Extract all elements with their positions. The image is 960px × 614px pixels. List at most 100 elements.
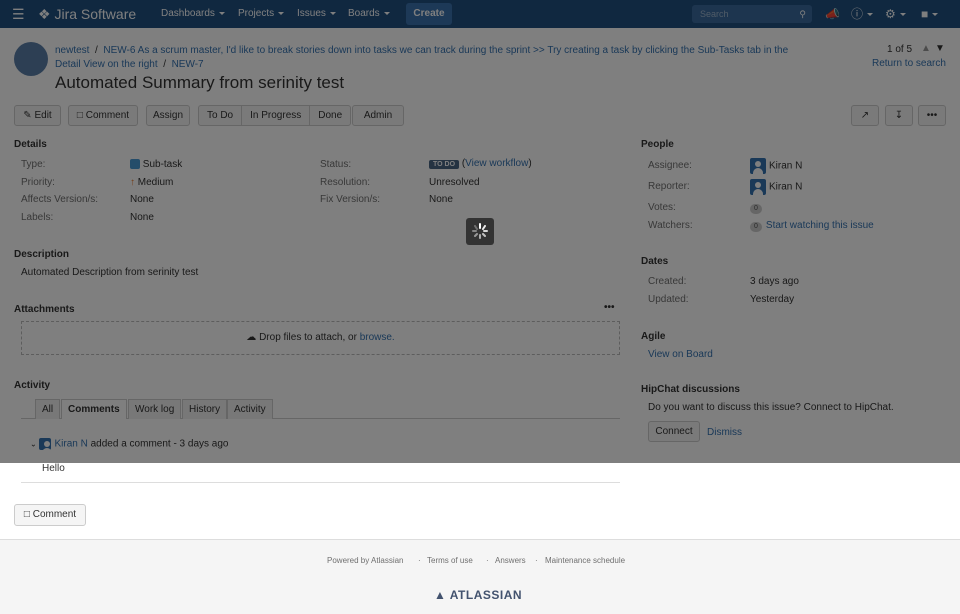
footer: Powered by Atlassian · Terms of use · An… bbox=[0, 539, 960, 614]
nav-issues[interactable]: Issues bbox=[297, 0, 336, 28]
answers-link[interactable]: Answers bbox=[495, 556, 526, 565]
more-actions-icon[interactable]: ••• bbox=[918, 105, 946, 126]
votes-label: Votes: bbox=[648, 202, 676, 213]
nav-projects[interactable]: Projects bbox=[238, 0, 285, 28]
jira-logo-icon: ❖ bbox=[38, 6, 51, 22]
breadcrumb-parent-issue-cont[interactable]: Detail View on the right bbox=[55, 59, 158, 70]
hipchat-text: Do you want to discuss this issue? Conne… bbox=[648, 402, 894, 413]
admin-button[interactable]: Admin bbox=[352, 105, 404, 126]
tab-history[interactable]: History bbox=[182, 399, 228, 419]
footer-separator: · bbox=[418, 556, 421, 565]
footer-separator: · bbox=[535, 556, 538, 565]
powered-by-link[interactable]: Powered by Atlassian bbox=[327, 556, 404, 565]
gear-icon[interactable]: ⚙ bbox=[885, 0, 906, 28]
hipchat-heading: HipChat discussions bbox=[641, 384, 740, 395]
footer-separator: · bbox=[486, 556, 489, 565]
arrow-up-icon: ↑ bbox=[130, 177, 135, 188]
tab-activity[interactable]: Activity bbox=[227, 399, 273, 419]
attachment-dropzone[interactable]: ☁ Drop files to attach, or browse. bbox=[21, 321, 620, 355]
pager-prev-icon[interactable]: ▲ bbox=[921, 43, 931, 54]
breadcrumb: newtest / NEW-6 As a scrum master, I'd l… bbox=[55, 45, 789, 70]
collapse-comment-icon[interactable]: ⌄ bbox=[30, 440, 37, 449]
terms-link[interactable]: Terms of use bbox=[427, 556, 473, 565]
agile-heading: Agile bbox=[641, 331, 666, 342]
workflow-buttons: To Do In Progress Done bbox=[198, 105, 352, 126]
status-value: TO DO (View workflow) bbox=[429, 158, 532, 169]
view-workflow-link[interactable]: View workflow bbox=[465, 158, 528, 169]
top-navigation: ☰ ❖ Jira Software Dashboards Projects Is… bbox=[0, 0, 960, 28]
dates-heading: Dates bbox=[641, 256, 669, 267]
comment-header: ⌄ Kiran N added a comment - 3 days ago bbox=[30, 438, 229, 450]
create-button[interactable]: Create bbox=[406, 3, 452, 25]
brand-name: Jira Software bbox=[54, 6, 137, 22]
assignee-name: Kiran N bbox=[769, 160, 803, 172]
comment-button[interactable]: □ Comment bbox=[68, 105, 138, 126]
assignee-avatar bbox=[750, 158, 766, 174]
breadcrumb-parent-issue[interactable]: NEW-6 As a scrum master, I'd like to bre… bbox=[103, 45, 788, 56]
activity-heading: Activity bbox=[14, 380, 51, 391]
user-avatar-icon[interactable]: ■ bbox=[921, 0, 939, 28]
tab-all[interactable]: All bbox=[35, 399, 61, 419]
nav-boards[interactable]: Boards bbox=[348, 0, 390, 28]
description-heading: Description bbox=[14, 249, 70, 260]
pager-position: 1 of 5 bbox=[887, 44, 913, 55]
breadcrumb-project[interactable]: newtest bbox=[55, 45, 89, 56]
breadcrumb-issue-key[interactable]: NEW-7 bbox=[172, 59, 204, 70]
reporter-value[interactable]: Kiran N bbox=[750, 179, 802, 195]
description-text: Automated Description from serinity test bbox=[21, 267, 199, 278]
dismiss-link[interactable]: Dismiss bbox=[707, 427, 742, 438]
issue-title: Automated Summary from serinity test bbox=[55, 73, 345, 92]
pager-next-icon[interactable]: ▼ bbox=[935, 43, 945, 54]
assignee-label: Assignee: bbox=[648, 160, 692, 171]
maintenance-link[interactable]: Maintenance schedule bbox=[545, 556, 625, 565]
search-input[interactable]: Search ⚲ bbox=[692, 5, 812, 23]
add-comment-button[interactable]: □ Comment bbox=[14, 504, 86, 526]
chevron-down-icon bbox=[278, 11, 285, 15]
hamburger-menu-icon[interactable]: ☰ bbox=[12, 0, 25, 28]
watchers-value: 0 Start watching this issue bbox=[750, 220, 874, 232]
updated-label: Updated: bbox=[648, 294, 689, 305]
return-to-search-link[interactable]: Return to search bbox=[872, 58, 946, 69]
watchers-label: Watchers: bbox=[648, 220, 693, 231]
help-icon[interactable]: ⓘ bbox=[851, 0, 874, 28]
edit-button[interactable]: ✎ Edit bbox=[14, 105, 61, 126]
tab-comments[interactable]: Comments bbox=[61, 399, 127, 419]
attachments-heading: Attachments bbox=[14, 304, 75, 315]
project-avatar bbox=[14, 42, 48, 76]
notifications-icon[interactable]: 📣 bbox=[825, 0, 840, 28]
reporter-name: Kiran N bbox=[769, 181, 803, 193]
priority-label: Priority: bbox=[21, 177, 55, 188]
assignee-value[interactable]: Kiran N bbox=[750, 158, 802, 174]
status-badge: TO DO bbox=[429, 160, 460, 169]
updated-value: Yesterday bbox=[750, 294, 795, 305]
cloud-upload-icon: ☁ bbox=[246, 332, 257, 343]
drop-text: Drop files to attach, or bbox=[259, 332, 357, 343]
subtask-icon bbox=[130, 159, 140, 170]
tab-work-log[interactable]: Work log bbox=[128, 399, 182, 419]
browse-link[interactable]: browse. bbox=[360, 332, 395, 343]
nav-dashboards[interactable]: Dashboards bbox=[161, 0, 225, 28]
done-button[interactable]: Done bbox=[309, 106, 350, 125]
search-icon: ⚲ bbox=[799, 9, 806, 19]
assign-button[interactable]: Assign bbox=[146, 105, 190, 126]
loading-spinner-icon bbox=[466, 218, 494, 245]
export-icon[interactable]: ↧ bbox=[885, 105, 913, 126]
atlassian-logo-icon: ▲ bbox=[434, 588, 447, 602]
jira-logo[interactable]: ❖ Jira Software bbox=[38, 0, 136, 28]
reporter-label: Reporter: bbox=[648, 181, 690, 192]
nav-projects-label: Projects bbox=[238, 8, 275, 19]
in-progress-button[interactable]: In Progress bbox=[241, 106, 309, 125]
start-watching-link[interactable]: Start watching this issue bbox=[766, 220, 874, 231]
votes-value[interactable]: 0 bbox=[750, 202, 766, 214]
comment-author-link[interactable]: Kiran N bbox=[54, 439, 87, 450]
attachments-options-icon[interactable]: ••• bbox=[604, 302, 615, 313]
atlassian-logo[interactable]: ▲ ATLASSIAN bbox=[434, 588, 522, 602]
comment-icon: □ bbox=[23, 509, 30, 520]
fix-version-label: Fix Version/s: bbox=[320, 194, 381, 205]
comment-author-avatar bbox=[39, 438, 52, 450]
todo-button[interactable]: To Do bbox=[199, 106, 241, 125]
connect-button[interactable]: Connect bbox=[648, 421, 700, 442]
view-on-board-link[interactable]: View on Board bbox=[648, 349, 713, 360]
details-heading: Details bbox=[14, 139, 47, 150]
share-icon[interactable]: ↗ bbox=[851, 105, 879, 126]
